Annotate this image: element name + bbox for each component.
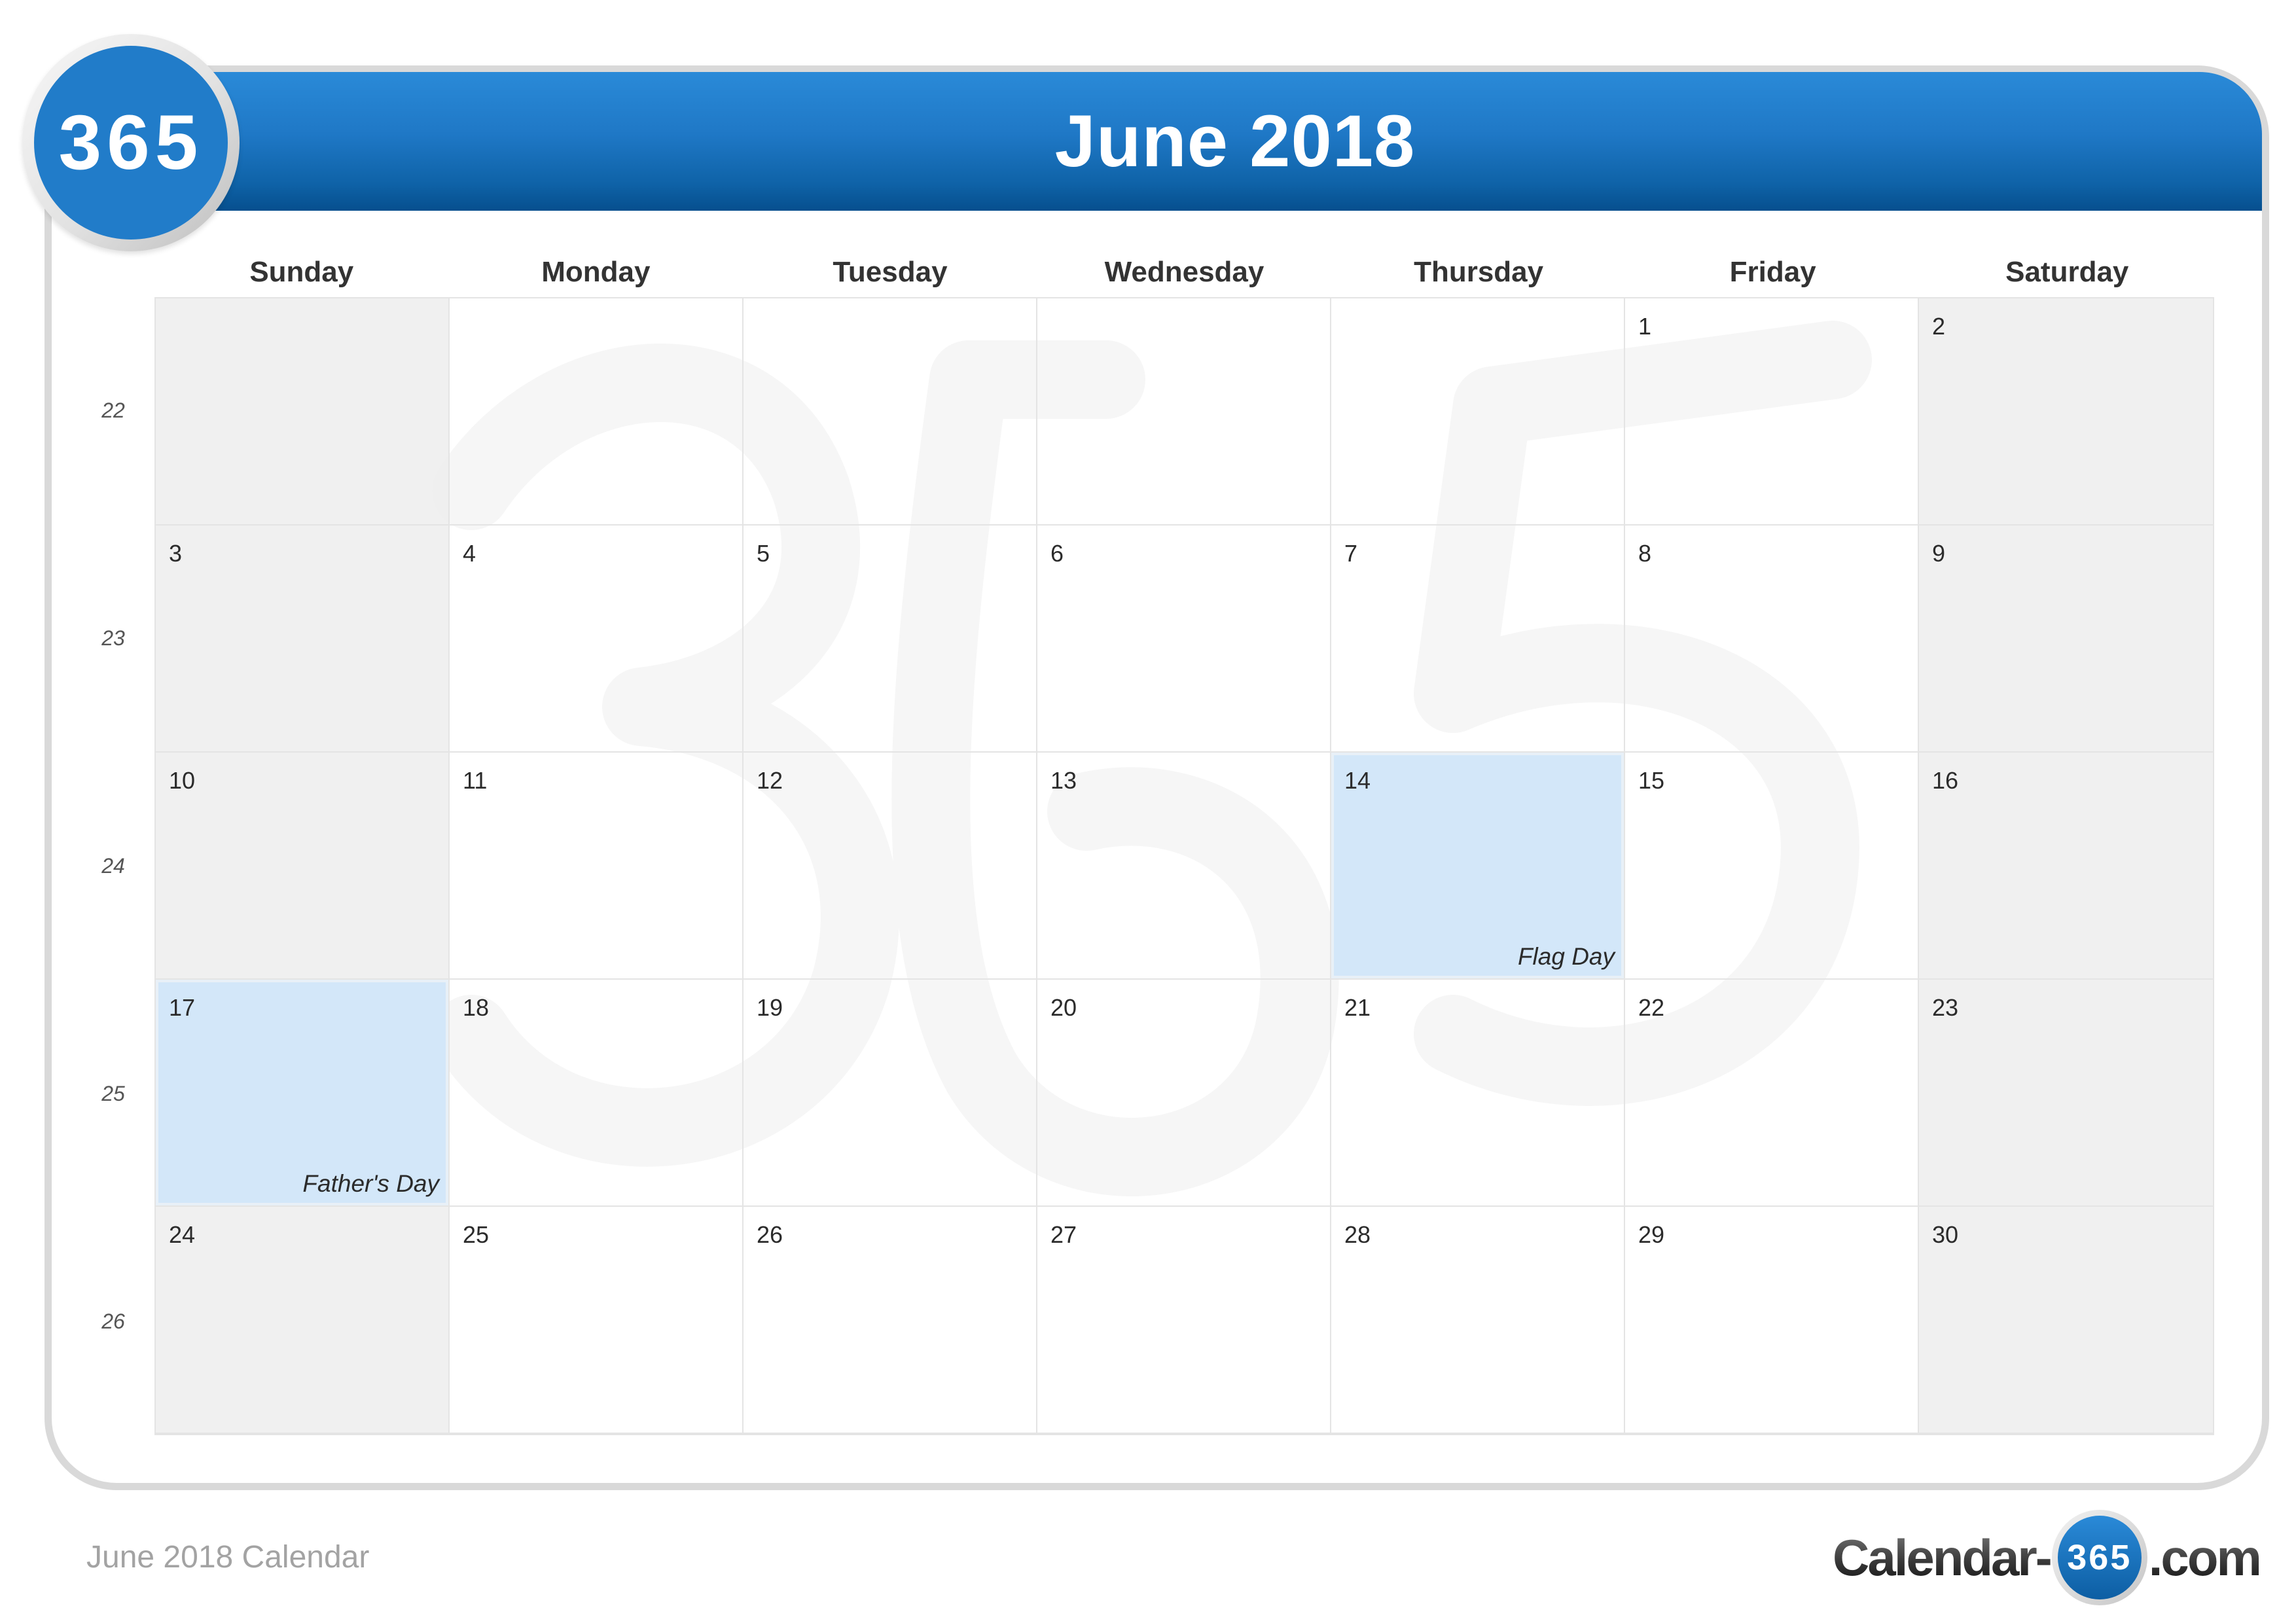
day-number: 29 (1638, 1221, 1665, 1248)
day-number: 27 (1050, 1221, 1077, 1248)
day-number: 10 (169, 767, 196, 794)
day-cell[interactable]: 26 (744, 1207, 1037, 1434)
day-cell[interactable]: 23 (1919, 980, 2213, 1207)
day-number: 20 (1050, 994, 1077, 1021)
day-cell[interactable]: 14 Flag Day (1331, 753, 1625, 980)
empty-day-cell (1331, 298, 1625, 526)
brand-365-icon: 365 (2057, 1516, 2142, 1599)
day-number: 5 (757, 540, 770, 567)
day-cell[interactable]: 27 (1037, 1207, 1331, 1434)
day-cell[interactable]: 6 (1037, 526, 1331, 753)
brand-prefix: Calendar- (1833, 1528, 2053, 1586)
weekday-label: Wednesday (1104, 256, 1265, 288)
day-number: 21 (1344, 994, 1371, 1021)
week-number: 25 (101, 1081, 125, 1105)
footer-caption: June 2018 Calendar (86, 1540, 370, 1575)
day-cell[interactable]: 21 (1331, 980, 1625, 1207)
day-cell[interactable]: 28 (1331, 1207, 1625, 1434)
day-cell[interactable]: 25 (450, 1207, 744, 1434)
day-cell[interactable]: 9 (1919, 526, 2213, 753)
day-cell[interactable]: 8 (1625, 526, 1919, 753)
day-cell[interactable]: 29 (1625, 1207, 1919, 1434)
day-cell[interactable]: 4 (450, 526, 744, 753)
day-number: 1 (1638, 313, 1652, 340)
day-number: 8 (1638, 540, 1652, 567)
holiday-label: Father's Day (302, 1170, 439, 1197)
empty-day-cell (156, 298, 450, 526)
day-number: 18 (463, 994, 490, 1021)
day-cell[interactable]: 7 (1331, 526, 1625, 753)
day-cell[interactable]: 18 (450, 980, 744, 1207)
day-number: 2 (1932, 313, 1946, 340)
day-number: 13 (1050, 767, 1077, 794)
day-cell[interactable]: 20 (1037, 980, 1331, 1207)
day-number: 12 (757, 767, 783, 794)
brand-suffix: .com (2148, 1528, 2262, 1586)
day-number: 22 (1638, 994, 1665, 1021)
weekday-label: Friday (1729, 256, 1816, 288)
day-cell[interactable]: 24 (156, 1207, 450, 1434)
empty-day-cell (450, 298, 744, 526)
day-cell[interactable]: 19 (744, 980, 1037, 1207)
weekday-label: Sunday (249, 256, 354, 288)
empty-day-cell (744, 298, 1037, 526)
day-number: 24 (169, 1221, 196, 1248)
day-number: 26 (757, 1221, 783, 1248)
week-number: 26 (101, 1309, 125, 1333)
day-cell[interactable]: 3 (156, 526, 450, 753)
brand-logo[interactable]: Calendar- 365 .com (1833, 1508, 2262, 1607)
weekday-label: Tuesday (833, 256, 948, 288)
day-number: 19 (757, 994, 783, 1021)
calendar-grid: 1 2 3 4 5 6 7 8 9 10 11 12 13 14 Flag Day 15 16 17 Father'… (154, 297, 2214, 1435)
week-number: 22 (101, 399, 125, 423)
header-bar: June 2018 (208, 72, 2262, 211)
day-number: 23 (1932, 994, 1959, 1021)
day-number: 11 (463, 767, 488, 794)
logo-badge: 365 (22, 34, 240, 251)
month-title: June 2018 (1054, 100, 1416, 182)
empty-day-cell (1037, 298, 1331, 526)
day-cell[interactable]: 13 (1037, 753, 1331, 980)
day-cell[interactable]: 30 (1919, 1207, 2213, 1434)
day-cell[interactable]: 1 (1625, 298, 1919, 526)
day-cell[interactable]: 5 (744, 526, 1037, 753)
day-number: 7 (1344, 540, 1358, 567)
holiday-label: Flag Day (1517, 943, 1615, 970)
weekday-label: Saturday (2005, 256, 2129, 288)
day-number: 25 (463, 1221, 490, 1248)
day-number: 17 (169, 994, 196, 1021)
logo-365-icon: 365 (34, 46, 228, 240)
day-number: 15 (1638, 767, 1665, 794)
day-cell[interactable]: 16 (1919, 753, 2213, 980)
day-number: 16 (1932, 767, 1959, 794)
brand-badge: 365 (2051, 1510, 2147, 1605)
week-number-column: 22 23 24 25 26 (85, 297, 141, 1435)
day-cell[interactable]: 22 (1625, 980, 1919, 1207)
week-number: 23 (101, 626, 125, 651)
weekday-label: Thursday (1414, 256, 1544, 288)
day-cell[interactable]: 12 (744, 753, 1037, 980)
day-number: 3 (169, 540, 183, 567)
day-cell[interactable]: 10 (156, 753, 450, 980)
day-number: 28 (1344, 1221, 1371, 1248)
day-cell[interactable]: 11 (450, 753, 744, 980)
week-number: 24 (101, 853, 125, 878)
day-cell[interactable]: 17 Father's Day (156, 980, 450, 1207)
weekday-label: Monday (541, 256, 651, 288)
day-number: 9 (1932, 540, 1946, 567)
day-number: 6 (1050, 540, 1064, 567)
day-cell[interactable]: 2 (1919, 298, 2213, 526)
day-number: 30 (1932, 1221, 1959, 1248)
day-number: 4 (463, 540, 476, 567)
day-cell[interactable]: 15 (1625, 753, 1919, 980)
weekday-header-row: Sunday Monday Tuesday Wednesday Thursday… (154, 247, 2214, 297)
day-number: 14 (1344, 767, 1371, 794)
